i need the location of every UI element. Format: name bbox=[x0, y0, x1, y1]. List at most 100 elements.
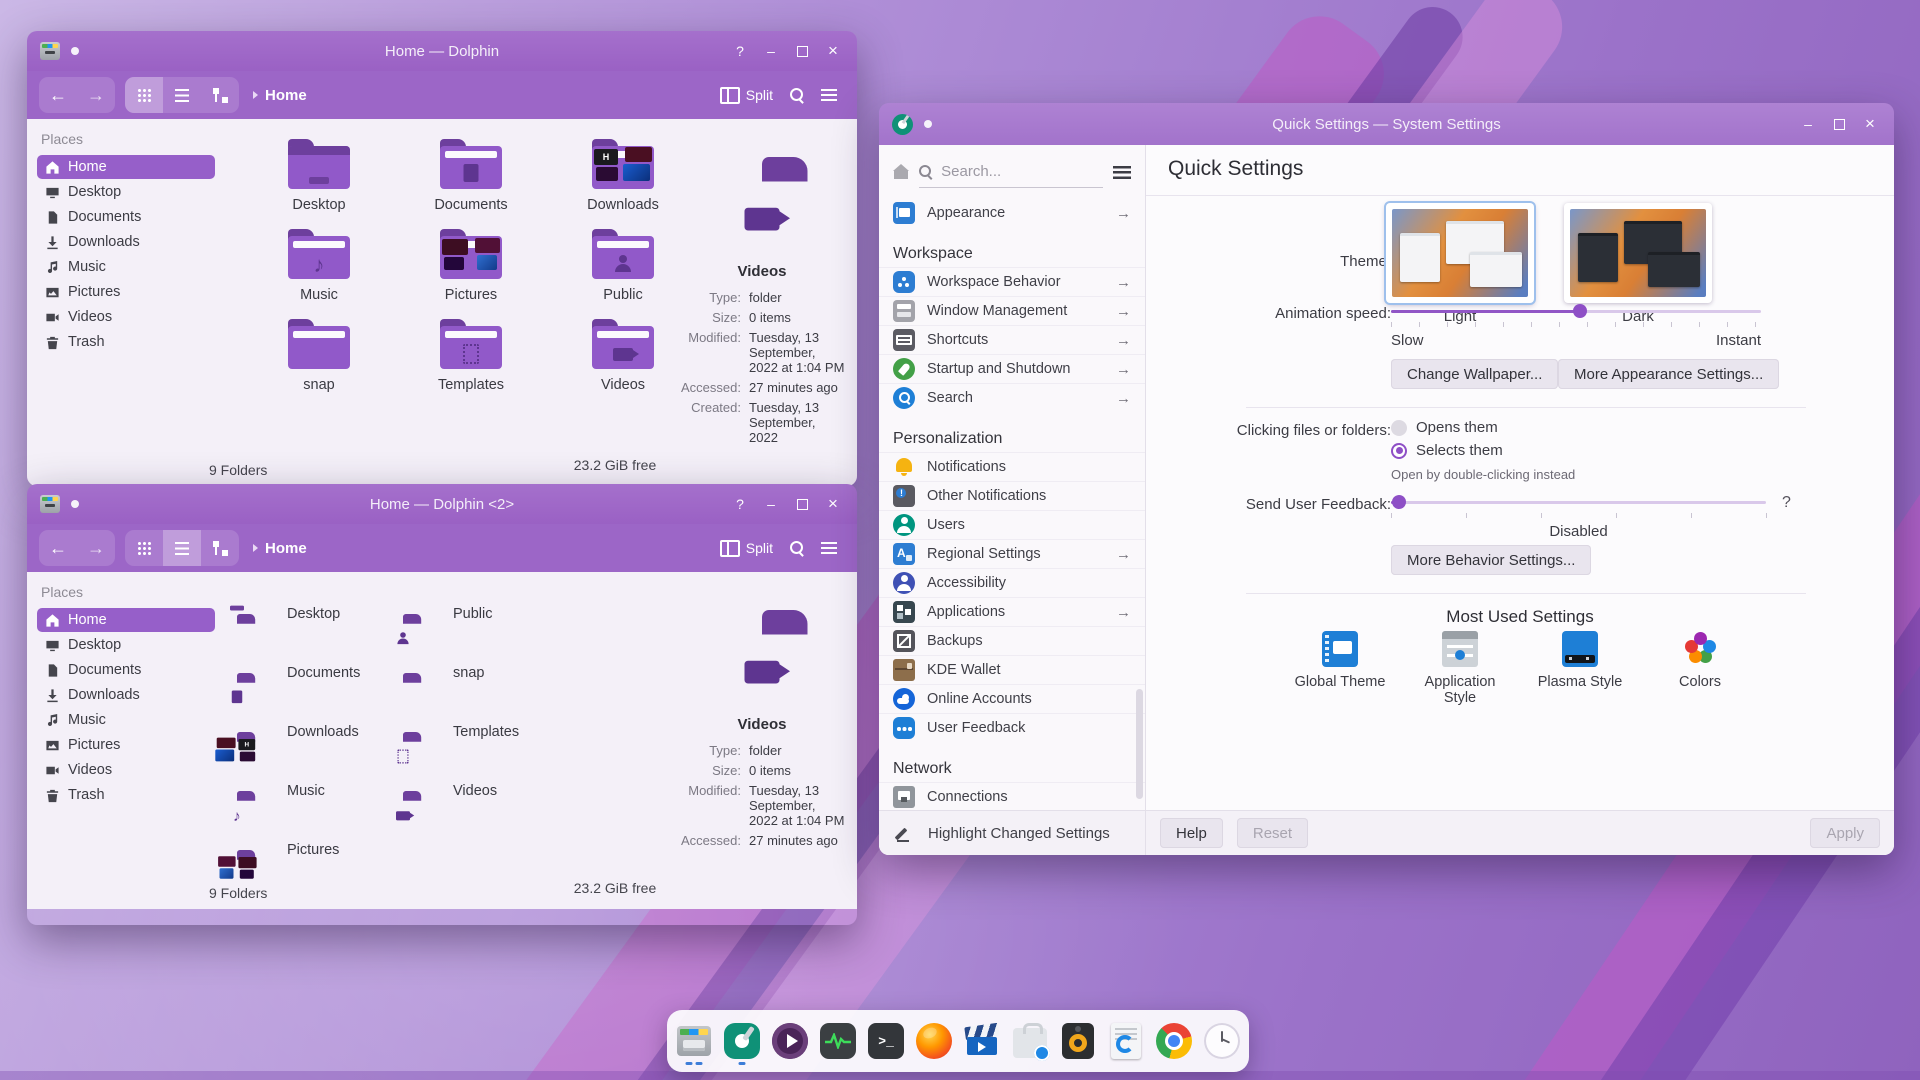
place-desktop[interactable]: Desktop bbox=[37, 180, 215, 204]
titlebar[interactable]: Home — Dolphin bbox=[27, 31, 857, 71]
more-behavior-settings-button[interactable]: More Behavior Settings... bbox=[1391, 545, 1591, 575]
most-used-application-style[interactable]: Application Style bbox=[1412, 631, 1508, 706]
split-button[interactable]: Split bbox=[712, 77, 781, 113]
place-documents[interactable]: Documents bbox=[37, 658, 215, 682]
sidebar-item-appearance[interactable]: Appearance bbox=[879, 199, 1145, 227]
system-settings-icon[interactable] bbox=[723, 1017, 762, 1065]
list-view-button[interactable] bbox=[163, 530, 201, 566]
minimize-button[interactable] bbox=[1796, 112, 1820, 136]
breadcrumb[interactable]: Home bbox=[253, 87, 307, 104]
sidebar-scrollbar[interactable] bbox=[1136, 689, 1143, 799]
sidebar-item-applications[interactable]: Applications bbox=[879, 597, 1145, 626]
speaker-audio-icon[interactable] bbox=[1058, 1017, 1097, 1065]
sidebar-item-shortcuts[interactable]: Shortcuts bbox=[879, 325, 1145, 354]
highlight-changed-settings-toggle[interactable]: Highlight Changed Settings bbox=[879, 810, 1145, 855]
opens-them-radio[interactable]: Opens them bbox=[1391, 419, 1498, 436]
sidebar-item-workspace-behavior[interactable]: Workspace Behavior bbox=[879, 267, 1145, 296]
menu-button[interactable] bbox=[813, 77, 845, 113]
minimize-button[interactable] bbox=[759, 39, 783, 63]
titlebar[interactable]: Home — Dolphin <2> bbox=[27, 484, 857, 524]
document-viewer-icon[interactable] bbox=[1106, 1017, 1145, 1065]
sidebar-item-window-management[interactable]: Window Management bbox=[879, 296, 1145, 325]
icons-view-button[interactable] bbox=[125, 530, 163, 566]
system-monitor-icon[interactable] bbox=[819, 1017, 858, 1065]
sidebar-item-backups[interactable]: Backups bbox=[879, 626, 1145, 655]
more-appearance-settings-button[interactable]: More Appearance Settings... bbox=[1558, 359, 1779, 389]
split-button[interactable]: Split bbox=[712, 530, 781, 566]
breadcrumb[interactable]: Home bbox=[253, 540, 307, 557]
icons-view-button[interactable] bbox=[125, 77, 163, 113]
tree-view-button[interactable] bbox=[201, 530, 239, 566]
search-button[interactable] bbox=[781, 530, 813, 566]
search-field[interactable] bbox=[919, 157, 1103, 188]
folder-item-downloads[interactable]: H Downloads bbox=[237, 702, 403, 761]
place-trash[interactable]: Trash bbox=[37, 330, 215, 354]
place-videos[interactable]: Videos bbox=[37, 305, 215, 329]
media-player-icon[interactable] bbox=[771, 1017, 810, 1065]
sidebar-item-online-accounts[interactable]: Online Accounts bbox=[879, 684, 1145, 713]
maximize-button[interactable] bbox=[790, 492, 814, 516]
feedback-help-icon[interactable]: ? bbox=[1782, 494, 1791, 512]
folder-item-templates[interactable]: Templates bbox=[411, 319, 531, 393]
dolphin-file-manager-icon[interactable] bbox=[675, 1017, 714, 1065]
folder-item-videos[interactable]: Videos bbox=[403, 761, 569, 820]
tree-view-button[interactable] bbox=[201, 77, 239, 113]
place-pictures[interactable]: Pictures bbox=[37, 733, 215, 757]
close-button[interactable] bbox=[821, 39, 845, 63]
sidebar-item-startup-shutdown[interactable]: Startup and Shutdown bbox=[879, 354, 1145, 383]
maximize-button[interactable] bbox=[790, 39, 814, 63]
sidebar-item-kde-wallet[interactable]: KDE Wallet bbox=[879, 655, 1145, 684]
place-desktop[interactable]: Desktop bbox=[37, 633, 215, 657]
sidebar-item-users[interactable]: Users bbox=[879, 510, 1145, 539]
forward-button[interactable] bbox=[77, 530, 115, 566]
folder-item-snap[interactable]: snap bbox=[403, 643, 569, 702]
user-feedback-slider[interactable] bbox=[1391, 494, 1766, 510]
place-documents[interactable]: Documents bbox=[37, 205, 215, 229]
place-videos[interactable]: Videos bbox=[37, 758, 215, 782]
folder-item-documents[interactable]: Documents bbox=[237, 643, 403, 702]
home-icon[interactable] bbox=[893, 165, 909, 179]
animation-speed-slider[interactable] bbox=[1391, 303, 1761, 319]
most-used-colors[interactable]: Colors bbox=[1652, 631, 1748, 706]
close-button[interactable] bbox=[821, 492, 845, 516]
back-button[interactable] bbox=[39, 530, 77, 566]
folder-item-pictures[interactable]: Pictures bbox=[237, 820, 403, 879]
sidebar-item-notifications[interactable]: Notifications bbox=[879, 452, 1145, 481]
folder-item-pictures[interactable]: Pictures bbox=[411, 229, 531, 303]
folder-item-music[interactable]: Music bbox=[237, 761, 403, 820]
folder-item-videos[interactable]: Videos bbox=[563, 319, 683, 393]
place-downloads[interactable]: Downloads bbox=[37, 230, 215, 254]
change-wallpaper-button[interactable]: Change Wallpaper... bbox=[1391, 359, 1558, 389]
folder-item-music[interactable]: Music bbox=[259, 229, 379, 303]
help-button[interactable]: Help bbox=[1160, 818, 1223, 848]
help-button[interactable] bbox=[728, 39, 752, 63]
folder-item-desktop[interactable]: Desktop bbox=[259, 139, 379, 213]
most-used-global-theme[interactable]: Global Theme bbox=[1292, 631, 1388, 706]
place-pictures[interactable]: Pictures bbox=[37, 280, 215, 304]
back-button[interactable] bbox=[39, 77, 77, 113]
folder-item-templates[interactable]: Templates bbox=[403, 702, 569, 761]
sidebar-item-user-feedback[interactable]: User Feedback bbox=[879, 713, 1145, 742]
forward-button[interactable] bbox=[77, 77, 115, 113]
maximize-button[interactable] bbox=[1827, 112, 1851, 136]
folder-item-snap[interactable]: snap bbox=[259, 319, 379, 393]
minimize-button[interactable] bbox=[759, 492, 783, 516]
menu-button[interactable] bbox=[813, 530, 845, 566]
selects-them-radio[interactable]: Selects them bbox=[1391, 442, 1503, 459]
place-home[interactable]: Home bbox=[37, 155, 215, 179]
most-used-plasma-style[interactable]: Plasma Style bbox=[1532, 631, 1628, 706]
place-home[interactable]: Home bbox=[37, 608, 215, 632]
sidebar-item-connections[interactable]: Connections bbox=[879, 782, 1145, 810]
place-music[interactable]: Music bbox=[37, 708, 215, 732]
sidebar-item-regional-settings[interactable]: Regional Settings bbox=[879, 539, 1145, 568]
terminal-icon[interactable]: >_ bbox=[867, 1017, 906, 1065]
sidebar-item-search[interactable]: Search bbox=[879, 383, 1145, 412]
settings-search-input[interactable] bbox=[939, 162, 1103, 181]
place-downloads[interactable]: Downloads bbox=[37, 683, 215, 707]
search-button[interactable] bbox=[781, 77, 813, 113]
chrome-icon[interactable] bbox=[1154, 1017, 1193, 1065]
folder-item-public[interactable]: Public bbox=[403, 584, 569, 643]
reset-button[interactable]: Reset bbox=[1237, 818, 1308, 848]
titlebar[interactable]: Quick Settings — System Settings bbox=[879, 103, 1894, 145]
sidebar-item-other-notifications[interactable]: Other Notifications bbox=[879, 481, 1145, 510]
